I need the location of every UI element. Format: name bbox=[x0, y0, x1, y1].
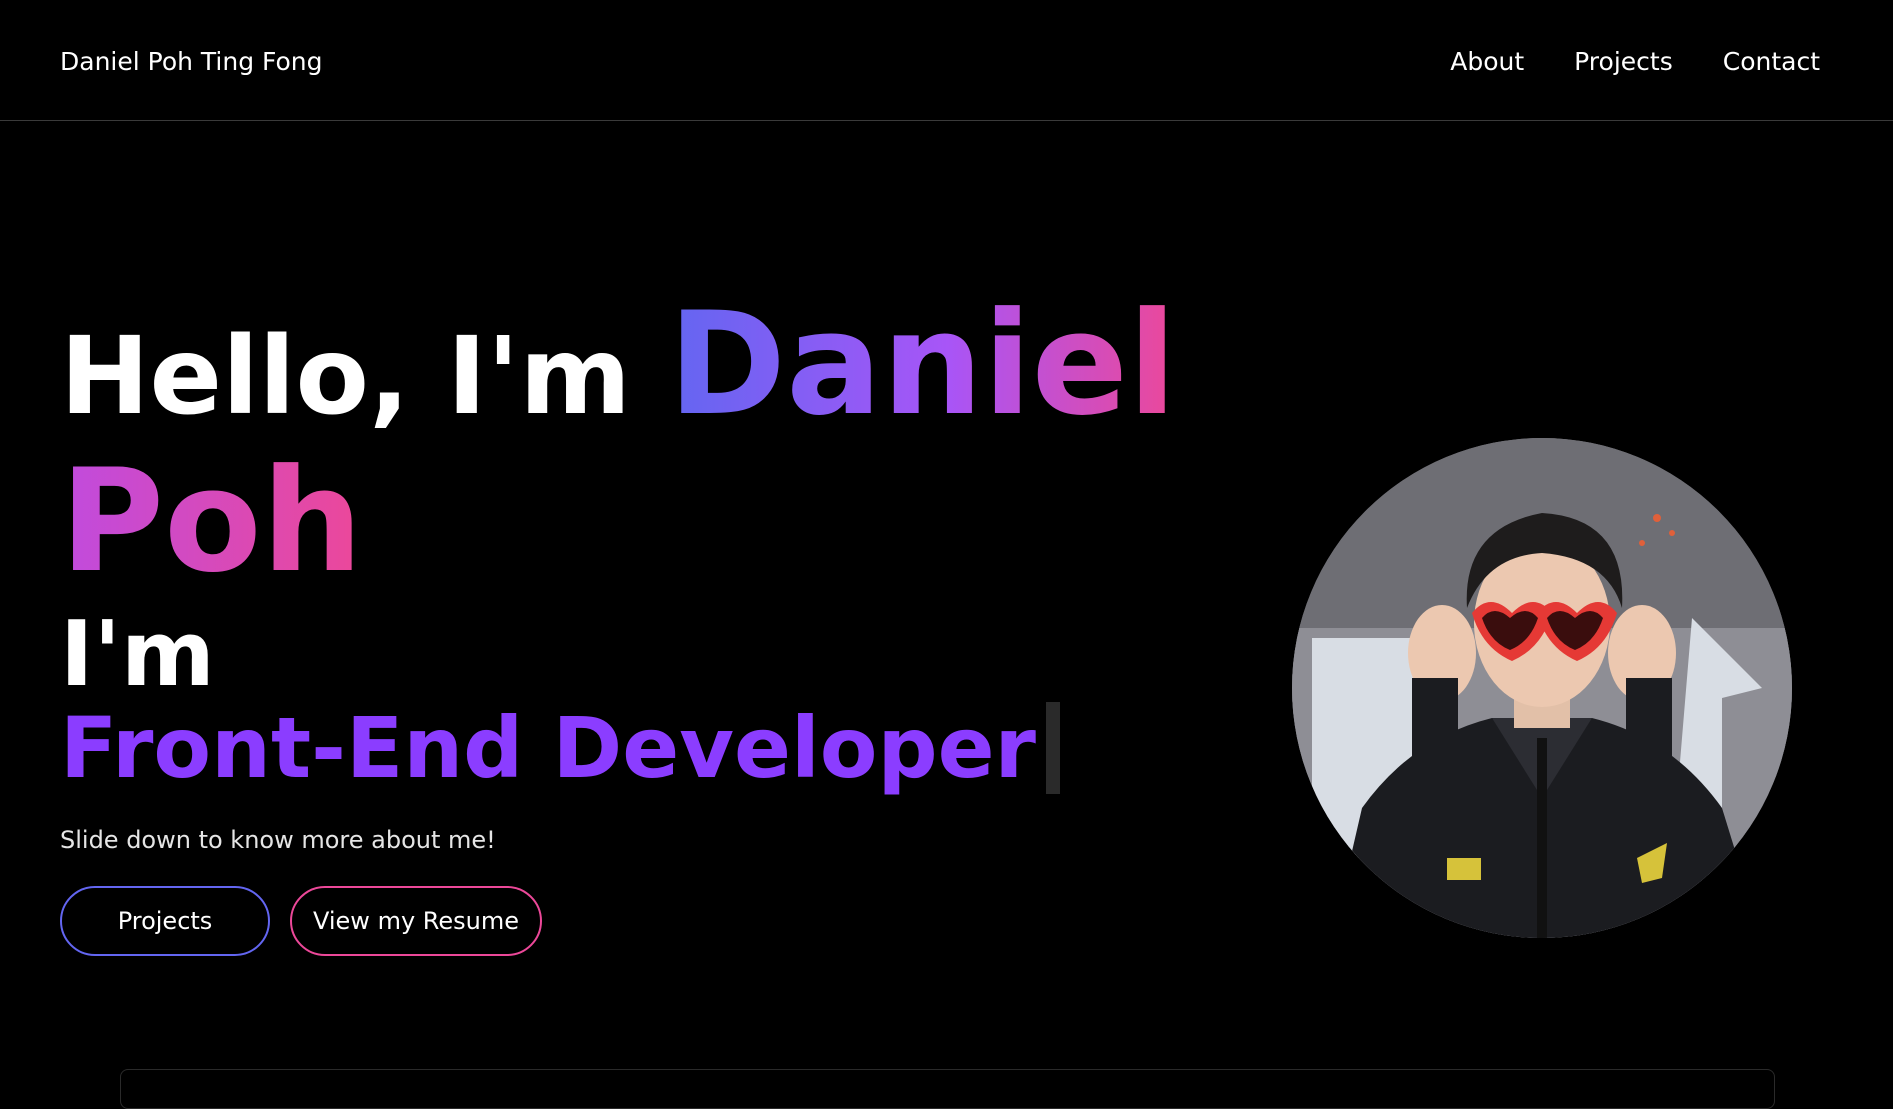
hero-headline: Hello, I'm Daniel Poh bbox=[60, 294, 1177, 604]
brand-name[interactable]: Daniel Poh Ting Fong bbox=[60, 46, 323, 78]
hero-tagline: Slide down to know more about me! bbox=[60, 826, 496, 854]
first-name-text: Daniel bbox=[668, 282, 1177, 447]
nav-link-about[interactable]: About bbox=[1450, 46, 1524, 78]
headline-line-1: Hello, I'm Daniel bbox=[60, 294, 1177, 447]
next-section-card bbox=[120, 1069, 1775, 1109]
navbar: Daniel Poh Ting Fong About Projects Cont… bbox=[0, 0, 1893, 121]
role-text: Front-End Developer bbox=[60, 699, 1036, 797]
nav-link-projects[interactable]: Projects bbox=[1574, 46, 1673, 78]
im-label: I'm bbox=[60, 602, 215, 707]
greeting-text: Hello, I'm bbox=[60, 315, 669, 439]
last-name-text: Poh bbox=[60, 439, 363, 604]
profile-photo bbox=[1292, 438, 1792, 938]
typing-cursor bbox=[1045, 702, 1060, 794]
profile-photo-illustration bbox=[1292, 438, 1792, 938]
nav-link-contact[interactable]: Contact bbox=[1723, 46, 1820, 78]
nav-links: About Projects Contact bbox=[1450, 46, 1820, 78]
projects-button[interactable]: Projects bbox=[60, 886, 270, 956]
role-typewriter: Front-End Developer bbox=[60, 698, 1060, 798]
view-resume-button[interactable]: View my Resume bbox=[290, 886, 542, 956]
